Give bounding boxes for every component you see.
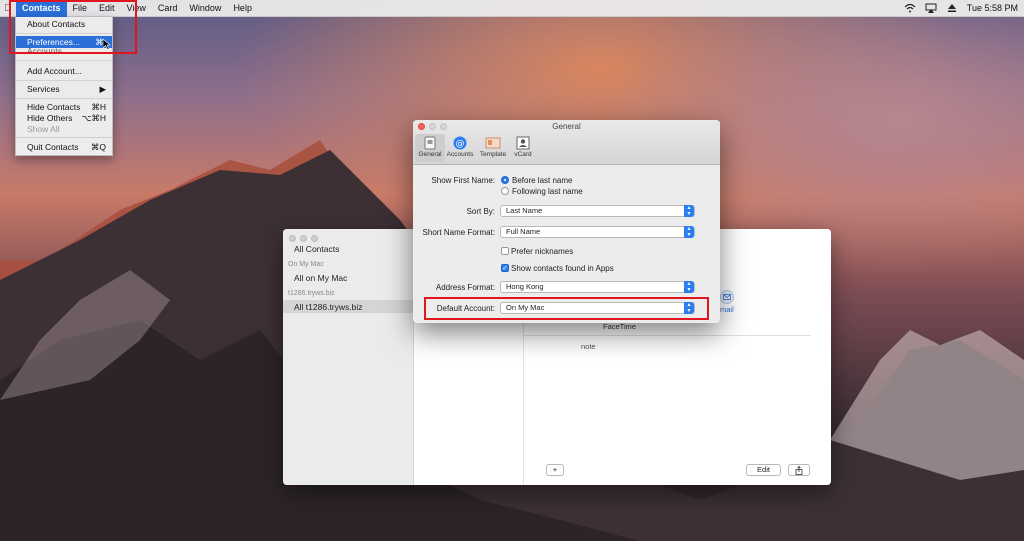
select-value: Last Name (506, 206, 543, 215)
highlight-box-default-account (424, 297, 709, 320)
menu-item-quit-contacts[interactable]: Quit Contacts ⌘Q (16, 141, 112, 153)
tab-label: Template (479, 151, 507, 158)
menu-separator (16, 60, 112, 61)
tab-label: Accounts (446, 151, 474, 158)
tab-general[interactable]: General (415, 134, 445, 162)
wifi-icon[interactable] (904, 3, 916, 13)
menu-bar:  Contacts File Edit View Card Window He… (0, 0, 1024, 17)
address-format-select[interactable]: Hong Kong ▴ ▾ (500, 281, 695, 293)
window-title: General (552, 122, 581, 131)
option-before-last-name: Before last name (512, 176, 573, 185)
prefer-nicknames-checkbox[interactable] (501, 247, 509, 255)
close-button[interactable] (289, 235, 296, 242)
sort-by-label: Sort By: (466, 207, 495, 216)
menu-help[interactable]: Help (227, 0, 258, 17)
short-name-format-label: Short Name Format: (422, 228, 495, 237)
sidebar-item-all-account[interactable]: All t1286.tryws.biz (294, 302, 363, 312)
divider (524, 335, 811, 336)
radio-before-last-name[interactable] (501, 176, 509, 184)
sidebar-item-all-contacts[interactable]: All Contacts (294, 244, 339, 254)
menu-separator (16, 137, 112, 138)
tab-accounts[interactable]: @ Accounts (445, 134, 475, 162)
menu-item-label: Services (27, 84, 60, 94)
option-following-last-name: Following last name (512, 187, 583, 196)
tab-vcard[interactable]: vCard (508, 134, 538, 162)
highlight-box-menu (9, 0, 137, 54)
prefer-nicknames-label: Prefer nicknames (511, 247, 574, 256)
show-contacts-in-apps-checkbox[interactable]: ✓ (501, 264, 509, 272)
sidebar-header-account: t1286.tryws.biz (288, 290, 335, 297)
menu-separator (16, 98, 112, 99)
address-format-label: Address Format: (435, 283, 495, 292)
add-contact-button[interactable]: + (546, 464, 564, 476)
menu-item-add-account[interactable]: Add Account... (16, 65, 112, 77)
minimize-button[interactable] (300, 235, 307, 242)
share-icon (795, 465, 803, 475)
note-label: note (581, 342, 596, 351)
tab-label: General (418, 151, 442, 158)
airplay-icon[interactable] (925, 3, 937, 13)
menu-separator (16, 80, 112, 81)
tab-template[interactable]: Template (478, 134, 508, 162)
zoom-button[interactable] (311, 235, 318, 242)
svg-text:@: @ (456, 139, 465, 149)
chevron-updown-icon: ▴ ▾ (684, 226, 694, 238)
chevron-updown-icon: ▴ ▾ (684, 281, 694, 293)
window-controls (289, 235, 318, 242)
chevron-updown-icon: ▴ ▾ (684, 205, 694, 217)
template-icon (485, 137, 501, 149)
sidebar-item-all-on-my-mac[interactable]: All on My Mac (294, 273, 347, 283)
menu-item-shortcut: ⌘Q (90, 142, 106, 152)
preferences-window: General General @ Accounts Template vCar… (413, 120, 720, 323)
tab-label: vCard (514, 151, 532, 158)
groups-sidebar: All Contacts On My Mac All on My Mac t12… (283, 229, 414, 485)
select-value: Full Name (506, 227, 541, 236)
general-icon (424, 136, 436, 150)
prefs-toolbar: General General @ Accounts Template vCar… (413, 120, 720, 165)
sidebar-header-on-my-mac: On My Mac (288, 261, 324, 268)
radio-following-last-name[interactable] (501, 187, 509, 195)
facetime-label: FaceTime (603, 322, 637, 331)
share-button[interactable] (788, 464, 810, 476)
menu-window[interactable]: Window (183, 0, 227, 17)
menu-item-services[interactable]: Services ▶ (16, 83, 112, 95)
menu-item-show-all: Show All (16, 123, 112, 135)
menu-item-label: Show All (27, 124, 60, 134)
at-sign-icon: @ (453, 136, 467, 150)
show-first-name-label: Show First Name: (431, 176, 495, 185)
clock[interactable]: Tue 5:58 PM (967, 3, 1018, 13)
show-contacts-in-apps-label: Show contacts found in Apps (511, 264, 614, 273)
short-name-format-select[interactable]: Full Name ▴ ▾ (500, 226, 695, 238)
mail-icon[interactable] (720, 290, 734, 304)
menu-item-label: Add Account... (27, 66, 82, 76)
select-value: Hong Kong (506, 282, 544, 291)
mail-label[interactable]: mail (720, 305, 734, 314)
vcard-icon (516, 136, 530, 150)
menu-card[interactable]: Card (152, 0, 184, 17)
menu-item-label: Quit Contacts (27, 142, 79, 152)
eject-icon[interactable] (946, 3, 958, 13)
status-area: Tue 5:58 PM (904, 3, 1024, 13)
sort-by-select[interactable]: Last Name ▴ ▾ (500, 205, 695, 217)
edit-button[interactable]: Edit (746, 464, 781, 476)
submenu-arrow-icon: ▶ (99, 84, 106, 94)
